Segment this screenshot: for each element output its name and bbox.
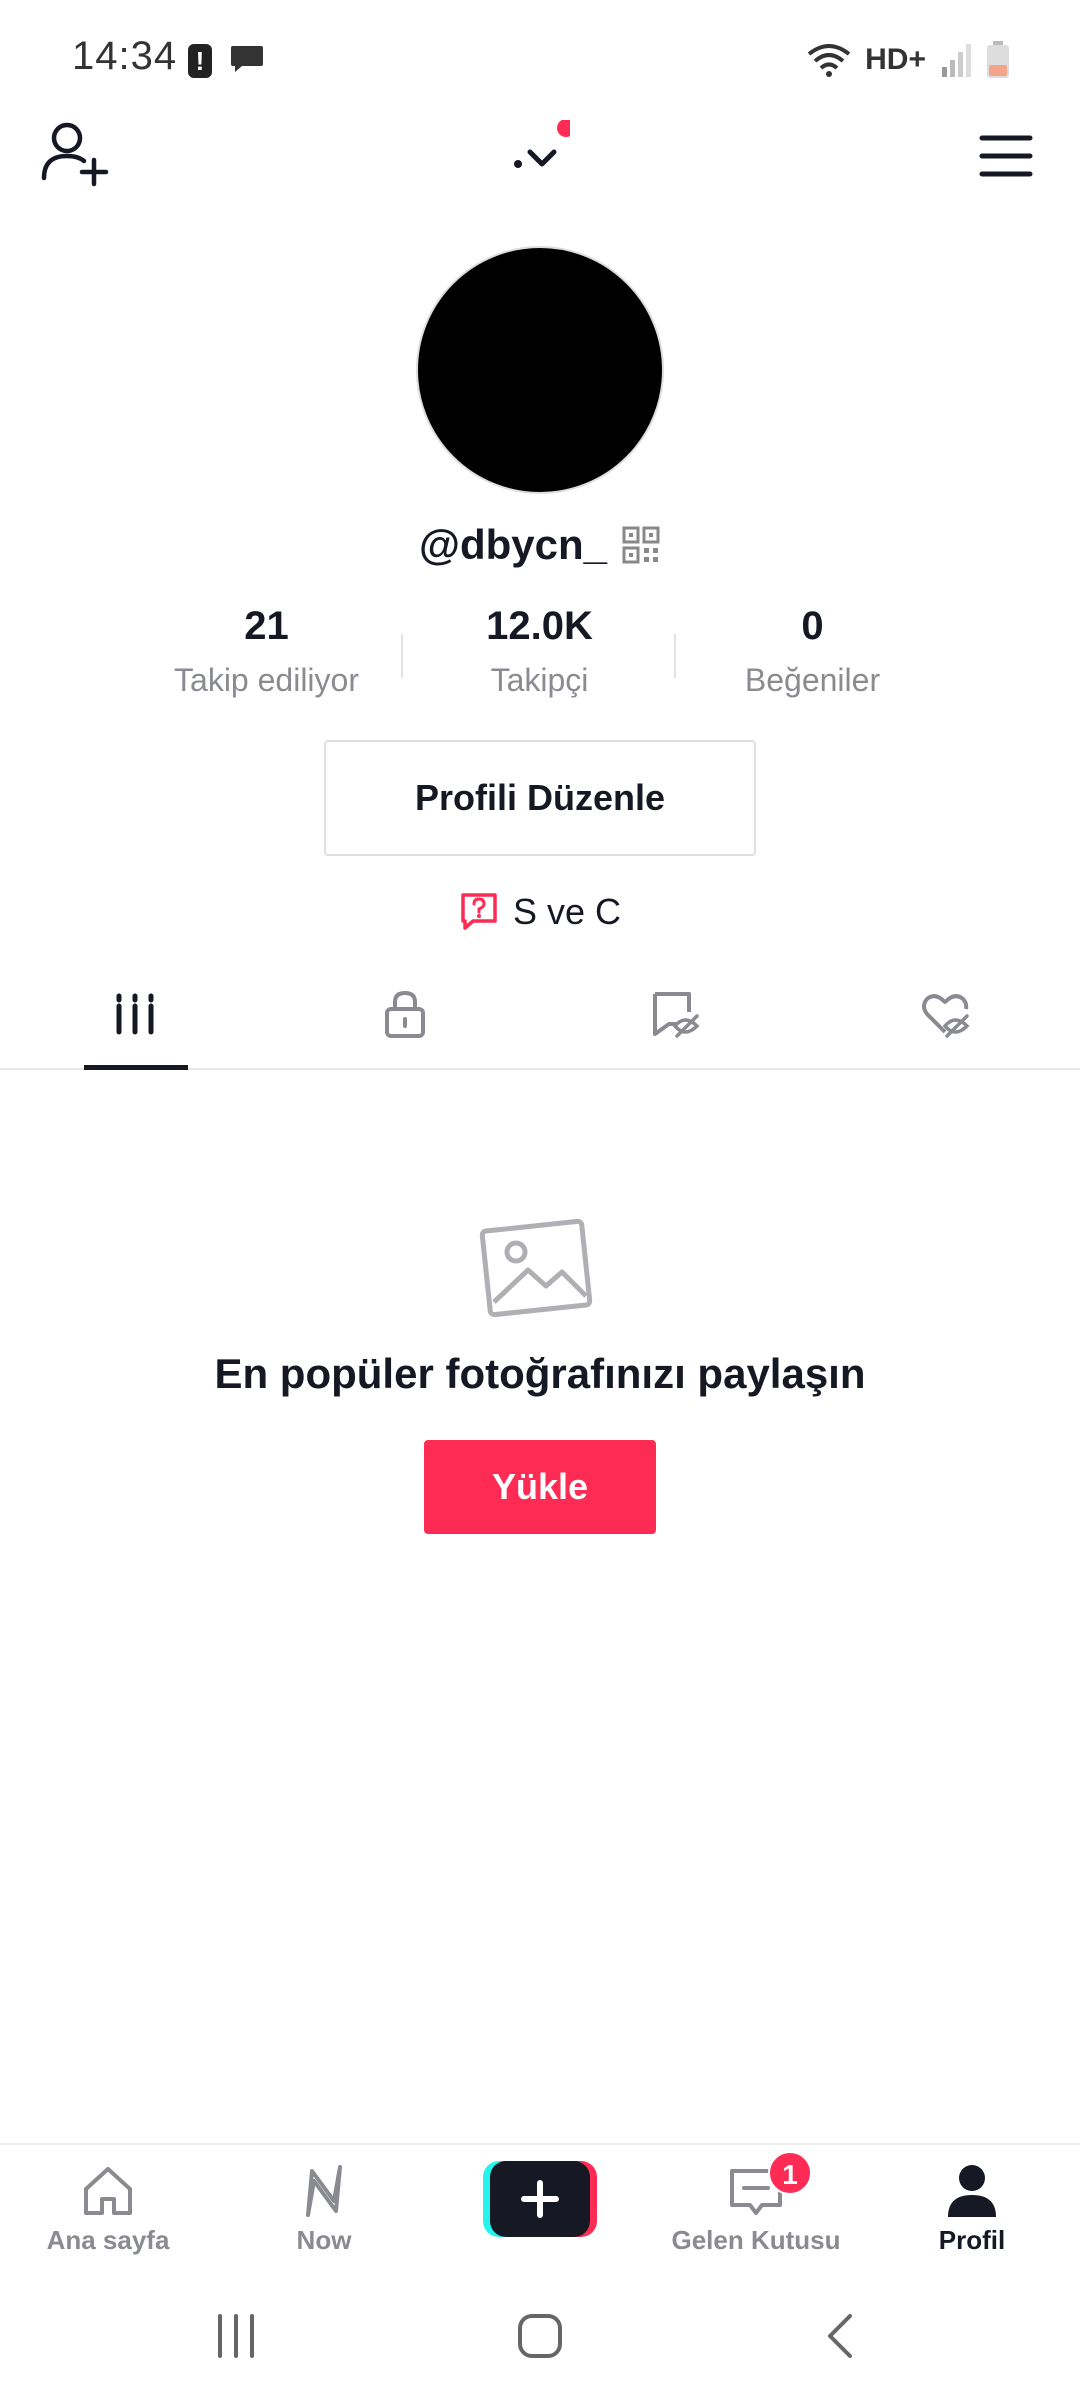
hidden-posts-icon (653, 992, 700, 1038)
content-tabs (0, 960, 1080, 1070)
network-type-label: HD+ (865, 43, 926, 76)
account-switch-chevron-icon[interactable] (510, 120, 570, 180)
bio-row[interactable]: S ve C (0, 884, 1080, 940)
followers-count: 12.0K (486, 604, 593, 648)
tab-videos[interactable] (0, 960, 270, 1070)
nav-profile-label: Profil (938, 2225, 1006, 2255)
question-message-icon (461, 893, 497, 930)
likes-stat[interactable]: 0 Beğeniler (676, 596, 949, 706)
username: @dbycn_ (419, 521, 607, 568)
following-stat[interactable]: 21 Takip ediliyor (130, 596, 403, 706)
nav-inbox-label: Gelen Kutusu (671, 2225, 841, 2255)
avatar[interactable] (416, 246, 664, 494)
likes-label: Beğeniler (744, 662, 881, 698)
menu-icon[interactable] (978, 128, 1034, 184)
system-nav-bar (0, 2268, 1080, 2400)
home-icon (84, 2167, 132, 2215)
nav-home[interactable]: Ana sayfa (0, 2145, 216, 2270)
lock-icon (385, 990, 425, 1038)
bottom-nav: Ana sayfa Now Gelen Kutusu 1 Profil (0, 2143, 1080, 2268)
followers-label: Takipçi (490, 662, 589, 698)
status-icons: HD+ (807, 40, 1010, 80)
empty-state-title: En popüler fotoğrafınızı paylaşın (214, 1350, 866, 1397)
tab-hidden-posts[interactable] (540, 960, 810, 1068)
status-time: 14:34 (72, 34, 178, 78)
tab-private[interactable] (270, 960, 540, 1068)
username-row: @dbycn_ (0, 512, 1080, 578)
profile-icon (948, 2165, 996, 2217)
followers-stat[interactable]: 12.0K Takipçi (403, 596, 676, 706)
create-icon (483, 2161, 597, 2237)
qr-code-icon[interactable] (621, 525, 661, 565)
status-bar: 14:34 ! HD+ (0, 0, 1080, 120)
battery-icon (987, 41, 1009, 78)
nav-home-label: Ana sayfa (46, 2225, 170, 2255)
nav-create[interactable] (432, 2145, 648, 2270)
signal-icon (942, 44, 971, 77)
nav-now-label: Now (296, 2225, 352, 2255)
edit-profile-button[interactable]: Profili Düzenle (324, 740, 756, 856)
profile-stats: 21 Takip ediliyor 12.0K Takipçi 0 Beğeni… (130, 596, 950, 706)
nav-inbox[interactable]: Gelen Kutusu 1 (648, 2145, 864, 2270)
following-count: 21 (244, 604, 289, 648)
now-icon (306, 2165, 342, 2217)
liked-hidden-icon (922, 994, 970, 1038)
recent-apps-icon[interactable] (206, 2308, 266, 2364)
add-friend-icon[interactable] (40, 120, 110, 190)
wifi-icon (807, 44, 851, 77)
tab-liked[interactable] (810, 960, 1080, 1068)
back-icon[interactable] (812, 2308, 872, 2364)
message-notification-icon (231, 46, 263, 72)
home-button-icon[interactable] (510, 2308, 570, 2364)
photo-placeholder-icon (479, 1218, 593, 1318)
nav-profile[interactable]: Profil (864, 2145, 1080, 2270)
likes-count: 0 (801, 604, 824, 648)
inbox-badge: 1 (768, 2151, 812, 2195)
bio-text: S ve C (512, 891, 622, 932)
grid-icon (116, 993, 154, 1035)
following-label: Takip ediliyor (174, 662, 359, 698)
alert-notification-icon: ! (188, 44, 212, 78)
nav-now[interactable]: Now (216, 2145, 432, 2270)
upload-button[interactable]: Yükle (424, 1440, 656, 1534)
